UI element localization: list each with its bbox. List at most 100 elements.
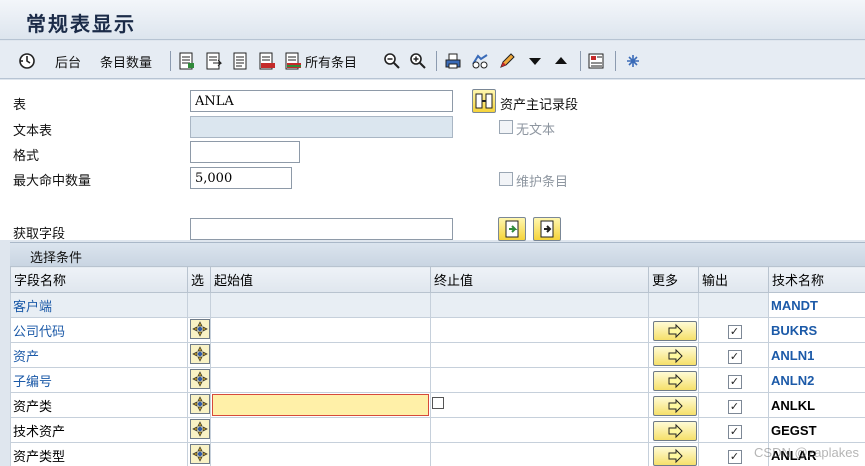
to-cell[interactable] — [430, 442, 649, 466]
pencil-icon — [500, 53, 515, 68]
more-cell — [648, 317, 699, 343]
fields-select-button[interactable] — [498, 217, 526, 241]
output-cell — [698, 292, 769, 318]
settings-button[interactable] — [624, 50, 642, 72]
sel-cell — [187, 317, 211, 343]
printer-icon — [445, 53, 461, 69]
field-name-cell[interactable]: 公司代码 — [10, 317, 188, 343]
sort-descending-button[interactable] — [526, 50, 544, 72]
layout-button-2[interactable] — [205, 50, 223, 72]
field-name-cell[interactable]: 资产 — [10, 342, 188, 368]
selection-row: 公司代码 ✓ BUKRS — [10, 317, 865, 343]
from-cell[interactable] — [210, 392, 444, 418]
selection-options-icon — [192, 346, 208, 362]
selection-options-button[interactable] — [190, 419, 210, 439]
get-fields-input[interactable] — [190, 218, 453, 240]
print-button[interactable] — [444, 50, 462, 72]
zoom-in-button[interactable] — [409, 50, 427, 72]
col-output[interactable]: 输出 — [698, 266, 769, 293]
multiple-selection-button[interactable] — [652, 370, 697, 391]
field-name-cell: 资产类 — [10, 392, 188, 418]
to-cell[interactable] — [430, 392, 649, 418]
toolbar-separator — [580, 51, 581, 71]
selection-criteria-header: 选择条件 — [10, 242, 865, 266]
selection-options-button[interactable] — [190, 344, 210, 364]
from-input-focused[interactable] — [212, 394, 429, 416]
document-all-icon — [285, 52, 301, 70]
to-cell[interactable] — [430, 367, 649, 393]
field-name-cell[interactable]: 客户端 — [10, 292, 188, 318]
arrow-right-icon — [668, 348, 683, 363]
find-button[interactable] — [471, 50, 489, 72]
edit-button[interactable] — [498, 50, 516, 72]
selection-row: 客户端 MANDT — [10, 292, 865, 318]
from-cell[interactable] — [210, 342, 431, 368]
output-checkbox[interactable]: ✓ — [727, 424, 742, 439]
multiple-selection-button[interactable] — [652, 445, 697, 466]
document-arrow-icon — [206, 52, 223, 70]
toolbar-separator — [436, 51, 437, 71]
from-cell[interactable] — [210, 442, 431, 466]
multiple-selection-button[interactable] — [652, 420, 697, 441]
col-tech-name[interactable]: 技术名称 — [768, 266, 865, 293]
selection-options-button[interactable] — [190, 394, 210, 414]
no-text-checkbox[interactable] — [499, 120, 513, 134]
entries-count-label: 条目数量 — [100, 55, 153, 71]
maintain-entries-label: 维护条目 — [516, 175, 569, 190]
window-title: 常规表显示 — [26, 12, 136, 36]
layout-button-3[interactable] — [232, 50, 250, 72]
entries-count-button[interactable]: 条目数量 — [97, 50, 152, 72]
from-cell[interactable] — [210, 317, 431, 343]
table-input[interactable] — [190, 90, 453, 112]
multiple-selection-button[interactable] — [652, 395, 697, 416]
output-cell: ✓ — [698, 392, 769, 418]
layout-button-1[interactable] — [178, 50, 196, 72]
sel-cell — [187, 342, 211, 368]
output-checkbox[interactable]: ✓ — [727, 449, 742, 464]
selection-options-icon — [192, 371, 208, 387]
from-cell — [210, 292, 431, 318]
fields-deselect-button[interactable] — [533, 217, 561, 241]
format-input[interactable] — [190, 141, 300, 163]
col-field-name[interactable]: 字段名称 — [10, 266, 188, 293]
zoom-out-button[interactable] — [383, 50, 401, 72]
get-fields-label: 获取字段 — [13, 227, 66, 242]
asset-master-button[interactable] — [472, 89, 496, 113]
all-entries-button[interactable]: 所有条目 — [284, 50, 357, 72]
parameter-form: 表 资产主记录段 文本表 无文本 格式 最大命中数量 维护条目 获取字段 — [0, 80, 865, 242]
to-cell[interactable] — [430, 317, 649, 343]
more-cell — [648, 442, 699, 466]
selection-options-button[interactable] — [190, 369, 210, 389]
layout-button-4[interactable] — [258, 50, 276, 72]
zoom-out-icon — [384, 53, 400, 69]
output-checkbox[interactable]: ✓ — [727, 324, 742, 339]
details-button[interactable] — [587, 50, 605, 72]
selection-grid: 字段名称 选 起始值 终止值 更多 输出 技术名称 客户端 MANDT 公司代码 ✓ B… — [10, 266, 865, 466]
field-name-cell[interactable]: 子编号 — [10, 367, 188, 393]
output-checkbox[interactable]: ✓ — [727, 349, 742, 364]
background-button[interactable]: 后台 — [52, 50, 81, 72]
selection-options-button[interactable] — [190, 319, 210, 339]
application-toolbar: 后台 条目数量 所有条目 — [0, 41, 865, 79]
multiple-selection-button[interactable] — [652, 320, 697, 341]
execute-button[interactable] — [18, 50, 36, 72]
format-label: 格式 — [13, 149, 40, 164]
col-sel[interactable]: 选 — [187, 266, 211, 293]
col-to[interactable]: 终止值 — [430, 266, 649, 293]
col-more[interactable]: 更多 — [648, 266, 699, 293]
sort-ascending-button[interactable] — [552, 50, 570, 72]
maintain-entries-checkbox[interactable] — [499, 172, 513, 186]
selection-row: 资产类 ✓ ANLKL — [10, 392, 865, 418]
from-cell[interactable] — [210, 367, 431, 393]
multiple-selection-button[interactable] — [652, 345, 697, 366]
max-hits-input[interactable] — [190, 167, 292, 189]
to-cell[interactable] — [430, 342, 649, 368]
selection-options-button[interactable] — [190, 444, 210, 464]
to-cell[interactable] — [430, 417, 649, 443]
output-checkbox[interactable]: ✓ — [727, 374, 742, 389]
tech-name-cell: GEGST — [768, 417, 865, 443]
tech-name-cell: ANLKL — [768, 392, 865, 418]
output-checkbox[interactable]: ✓ — [727, 399, 742, 414]
from-cell[interactable] — [210, 417, 431, 443]
col-from[interactable]: 起始值 — [210, 266, 431, 293]
